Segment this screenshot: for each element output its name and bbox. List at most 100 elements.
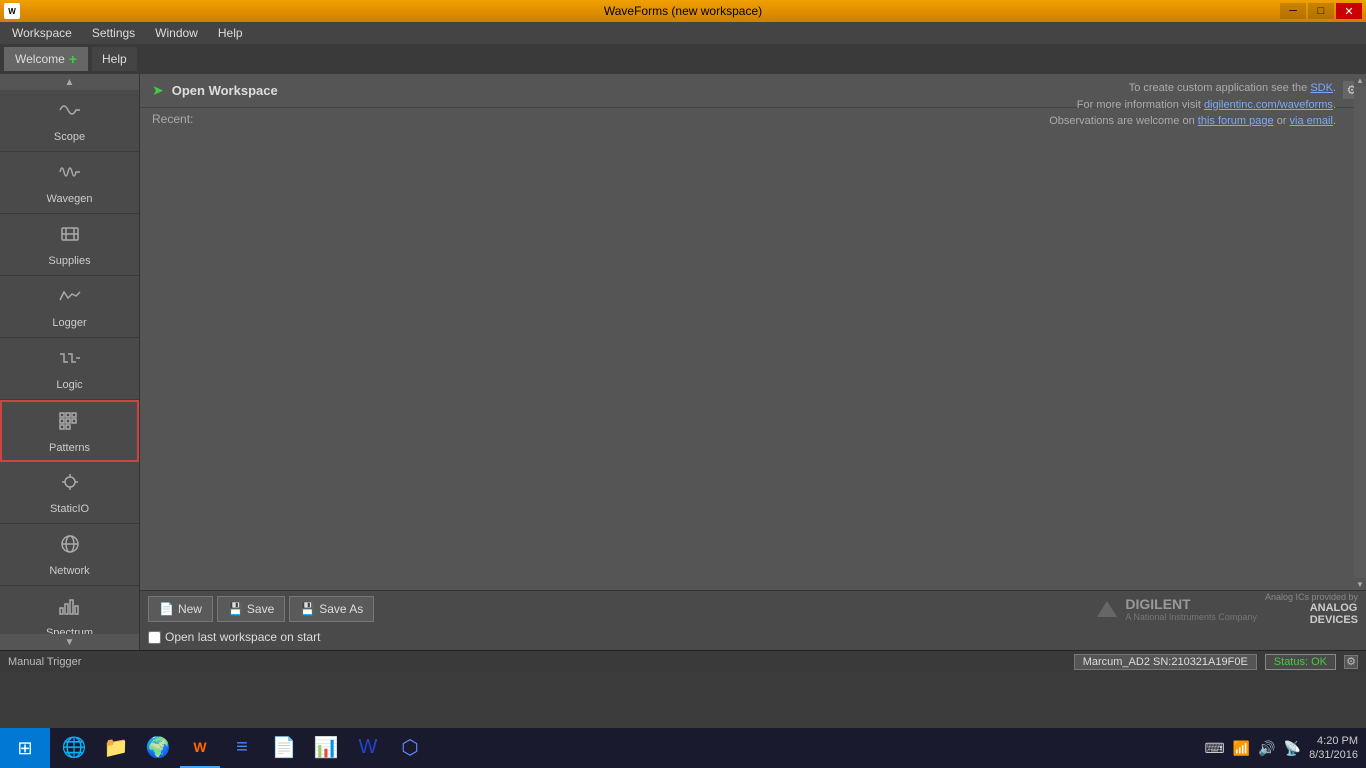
network-icon — [58, 532, 82, 561]
menu-help[interactable]: Help — [210, 24, 251, 42]
sdk-link[interactable]: SDK — [1310, 82, 1333, 94]
sidebar-item-staticio[interactable]: StaticIO — [0, 462, 139, 524]
tab-help[interactable]: Help — [92, 47, 137, 71]
close-button[interactable]: ✕ — [1336, 3, 1362, 19]
tab-welcome[interactable]: Welcome + — [4, 47, 88, 71]
taskbar-word[interactable]: W — [348, 728, 388, 768]
analog-brand: ANALOGDEVICES — [1310, 602, 1358, 626]
volume-icon[interactable]: 🔊 — [1258, 740, 1275, 757]
digilent-sub: A National Instruments Company — [1125, 612, 1257, 622]
sidebar-item-supplies[interactable]: Supplies — [0, 214, 139, 276]
window-controls: ─ □ ✕ — [1280, 3, 1362, 19]
recent-label: Recent: — [152, 112, 193, 126]
sidebar-scroll-down[interactable]: ▼ — [0, 634, 139, 650]
waveforms-link[interactable]: digilentinc.com/waveforms — [1204, 99, 1333, 111]
content-area: To create custom application see the SDK… — [140, 74, 1366, 650]
taskbar-app1[interactable]: ≡ — [222, 728, 262, 768]
status-bar: Manual Trigger Marcum_AD2 SN:210321A19F0… — [0, 650, 1366, 672]
sidebar-item-scope[interactable]: Scope — [0, 90, 139, 152]
info-panel: To create custom application see the SDK… — [1049, 80, 1336, 130]
sidebar-item-network[interactable]: Network — [0, 524, 139, 586]
sidebar-item-spectrum[interactable]: Spectrum — [0, 586, 139, 634]
taskbar-bt[interactable]: ⬡ — [390, 728, 430, 768]
status-ok-badge: Status: OK — [1265, 654, 1336, 670]
supplies-icon — [58, 222, 82, 251]
clock-date: 8/31/2016 — [1309, 748, 1358, 762]
title-bar: W WaveForms (new workspace) ─ □ ✕ — [0, 0, 1366, 22]
staticio-icon — [58, 470, 82, 499]
taskbar: ⊞ 🌐 📁 🌍 W ≡ 📄 📊 W ⬡ ⌨ 📶 🔊 📡 4:20 PM 8/31… — [0, 728, 1366, 768]
taskbar-apps: 🌐 📁 🌍 W ≡ 📄 📊 W ⬡ — [50, 728, 434, 768]
new-icon: 📄 — [159, 602, 174, 616]
sidebar-item-spectrum-label: Spectrum — [46, 627, 93, 634]
sidebar-item-supplies-label: Supplies — [48, 255, 90, 267]
minimize-button[interactable]: ─ — [1280, 3, 1306, 19]
signal-icon[interactable]: 📡 — [1284, 740, 1301, 757]
network-tray-icon[interactable]: 📶 — [1233, 740, 1250, 757]
window-title: WaveForms (new workspace) — [604, 4, 762, 18]
taskbar-chrome[interactable]: 🌍 — [138, 728, 178, 768]
save-icon: 💾 — [228, 602, 243, 616]
scroll-thumb[interactable] — [1354, 86, 1366, 578]
taskbar-app2[interactable]: 📄 — [264, 728, 304, 768]
taskbar-explorer[interactable]: 📁 — [96, 728, 136, 768]
taskbar-right: ⌨ 📶 🔊 📡 4:20 PM 8/31/2016 — [1197, 734, 1366, 763]
app-icon: W — [4, 3, 20, 19]
taskbar-waveforms[interactable]: W — [180, 728, 220, 768]
taskbar-excel[interactable]: 📊 — [306, 728, 346, 768]
main-area: ▲ Scope Wavegen — [0, 74, 1366, 650]
sidebar-item-logger-label: Logger — [52, 317, 86, 329]
start-icon: ⊞ — [17, 738, 32, 759]
status-right: Marcum_AD2 SN:210321A19F0E Status: OK ⚙ — [1074, 654, 1358, 670]
status-trigger[interactable]: Manual Trigger — [8, 656, 81, 668]
analog-devices-logo: Analog ICs provided by ANALOGDEVICES — [1265, 592, 1358, 626]
digilent-logo: DIGILENT A National Instruments Company — [1097, 596, 1257, 622]
digilent-triangle — [1097, 601, 1117, 617]
menu-bar: Workspace Settings Window Help — [0, 22, 1366, 44]
forum-link[interactable]: this forum page — [1198, 115, 1274, 127]
clock-time: 4:20 PM — [1309, 734, 1358, 748]
scroll-down-arrow[interactable]: ▼ — [1354, 578, 1366, 590]
open-last-checkbox[interactable] — [148, 631, 161, 644]
device-badge: Marcum_AD2 SN:210321A19F0E — [1074, 654, 1257, 670]
sidebar-item-logger[interactable]: Logger — [0, 276, 139, 338]
scroll-up-arrow[interactable]: ▲ — [1354, 74, 1366, 86]
email-link[interactable]: via email — [1290, 115, 1333, 127]
sidebar-scroll-up[interactable]: ▲ — [0, 74, 139, 90]
menu-workspace[interactable]: Workspace — [4, 24, 80, 42]
sidebar-item-logic[interactable]: Logic — [0, 338, 139, 400]
menu-window[interactable]: Window — [147, 24, 206, 42]
sidebar-item-network-label: Network — [49, 565, 89, 577]
sidebar-items: Scope Wavegen — [0, 90, 139, 634]
maximize-button[interactable]: □ — [1308, 3, 1334, 19]
sidebar-item-staticio-label: StaticIO — [50, 503, 89, 515]
logger-icon — [58, 284, 82, 313]
patterns-icon — [58, 409, 82, 438]
tab-welcome-label: Welcome — [15, 52, 65, 66]
scope-icon — [58, 98, 82, 127]
save-label: Save — [247, 602, 274, 616]
sidebar-item-patterns[interactable]: Patterns — [0, 400, 139, 462]
analog-top: Analog ICs provided by — [1265, 592, 1358, 602]
start-button[interactable]: ⊞ — [0, 728, 50, 768]
save-button[interactable]: 💾 Save — [217, 596, 285, 622]
menu-settings[interactable]: Settings — [84, 24, 143, 42]
info-line3: Observations are welcome on this forum p… — [1049, 113, 1336, 130]
save-as-icon: 💾 — [300, 602, 315, 616]
button-row: 📄 New 💾 Save 💾 Save As — [140, 591, 1366, 627]
keyboard-icon[interactable]: ⌨ — [1205, 740, 1225, 757]
tab-bar: Welcome + Help — [0, 44, 1366, 74]
sidebar-item-patterns-label: Patterns — [49, 442, 90, 454]
tab-plus-icon[interactable]: + — [69, 51, 77, 67]
sidebar-item-wavegen[interactable]: Wavegen — [0, 152, 139, 214]
save-as-button[interactable]: 💾 Save As — [289, 596, 374, 622]
content-scrollbar: ▲ ▼ — [1354, 74, 1366, 590]
open-workspace-arrow: ➤ — [152, 82, 164, 99]
open-workspace-title: Open Workspace — [172, 83, 278, 98]
status-settings-icon[interactable]: ⚙ — [1344, 655, 1358, 669]
content-bottom: 📄 New 💾 Save 💾 Save As — [140, 590, 1366, 650]
taskbar-ie[interactable]: 🌐 — [54, 728, 94, 768]
wavegen-icon — [58, 160, 82, 189]
bottom-info: DIGILENT A National Instruments Company … — [1097, 592, 1358, 626]
new-button[interactable]: 📄 New — [148, 596, 213, 622]
